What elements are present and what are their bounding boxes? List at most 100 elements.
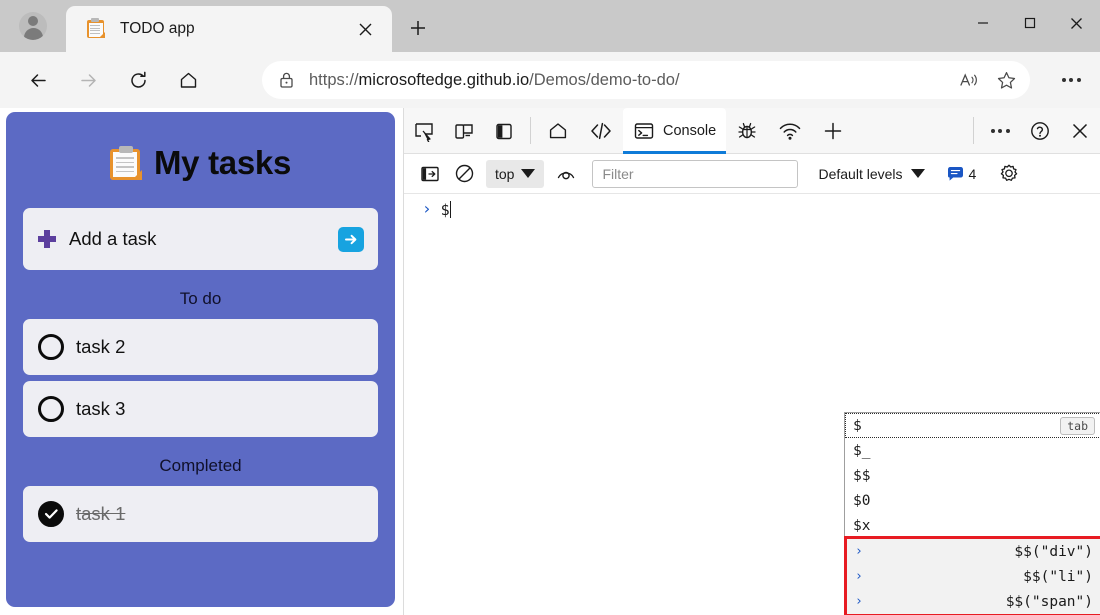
new-tab-button[interactable] bbox=[400, 12, 436, 44]
history-chevron-icon: › bbox=[855, 569, 863, 584]
url-text[interactable]: https://microsoftedge.github.io/Demos/de… bbox=[309, 71, 952, 90]
message-count[interactable]: 4 bbox=[947, 166, 977, 182]
close-icon bbox=[358, 22, 373, 37]
tab-sources[interactable] bbox=[726, 108, 768, 153]
tab-elements[interactable] bbox=[579, 108, 623, 153]
tab-add-panel[interactable] bbox=[812, 108, 854, 153]
todo-app: My tasks Add a task To do bbox=[6, 112, 395, 607]
autocomplete-item[interactable]: $0 bbox=[845, 488, 1100, 513]
list-item[interactable]: task 2 bbox=[23, 319, 378, 375]
message-bubble-icon bbox=[947, 166, 964, 182]
devtools-settings-button[interactable] bbox=[994, 160, 1024, 188]
console-input[interactable]: $ bbox=[441, 201, 452, 219]
autocomplete-popup[interactable]: $ tab $_ $$ $0 $x bbox=[844, 412, 1100, 539]
history-suggestion-item[interactable]: › $$("span") bbox=[847, 589, 1100, 614]
autocomplete-item-label: $0 bbox=[853, 493, 870, 509]
clipboard-icon bbox=[110, 146, 142, 180]
device-emulation-button[interactable] bbox=[444, 108, 484, 153]
browser-window: TODO app bbox=[0, 0, 1100, 615]
devtools-panel: Console bbox=[403, 108, 1100, 615]
arrow-right-icon bbox=[344, 233, 359, 246]
device-emulation-icon bbox=[453, 120, 475, 142]
tab-welcome[interactable] bbox=[537, 108, 579, 153]
bug-debugger-icon bbox=[736, 120, 758, 142]
add-task-submit-button[interactable] bbox=[338, 227, 364, 252]
close-icon bbox=[1070, 121, 1090, 141]
task-label: task 1 bbox=[76, 503, 125, 525]
url-bar[interactable]: https://microsoftedge.github.io/Demos/de… bbox=[262, 61, 1030, 99]
chevron-down-icon bbox=[521, 169, 535, 178]
autocomplete-item-label: $ bbox=[853, 418, 862, 434]
autocomplete-item-selected[interactable]: $ tab bbox=[845, 413, 1100, 438]
tab-console-label: Console bbox=[663, 123, 716, 139]
profile-avatar-icon bbox=[19, 12, 47, 40]
page-title: My tasks bbox=[154, 144, 291, 182]
tab-close-button[interactable] bbox=[350, 14, 380, 44]
tab-hint-badge: tab bbox=[1060, 417, 1095, 435]
close-devtools-button[interactable] bbox=[1060, 108, 1100, 153]
reload-button[interactable] bbox=[120, 62, 156, 98]
console-prompt-line[interactable]: › $ bbox=[404, 194, 1100, 222]
log-levels-selector[interactable]: Default levels bbox=[818, 166, 924, 182]
close-window-button[interactable] bbox=[1053, 0, 1100, 46]
filter-input[interactable] bbox=[592, 160, 798, 188]
plus-icon bbox=[38, 230, 56, 248]
console-input-value: $ bbox=[441, 201, 450, 219]
network-wifi-icon bbox=[778, 120, 802, 142]
home-button[interactable] bbox=[170, 62, 206, 98]
autocomplete-item-label: $_ bbox=[853, 443, 870, 459]
tab-console[interactable]: Console bbox=[623, 108, 726, 153]
minimize-button[interactable] bbox=[959, 0, 1006, 46]
elements-code-icon bbox=[589, 120, 613, 142]
list-item[interactable]: task 3 bbox=[23, 381, 378, 437]
section-heading-todo: To do bbox=[23, 276, 378, 319]
profile-button[interactable] bbox=[10, 7, 56, 45]
console-sidebar-toggle[interactable] bbox=[414, 160, 446, 188]
clear-console-icon bbox=[454, 163, 475, 184]
live-expression-button[interactable] bbox=[550, 160, 582, 188]
autocomplete-item-label: $$ bbox=[853, 468, 870, 484]
task-checkbox-checked[interactable] bbox=[38, 501, 64, 527]
devtools-tabbar-right bbox=[967, 108, 1100, 153]
history-suggestion-item[interactable]: › $$("li") bbox=[847, 564, 1100, 589]
read-aloud-button[interactable] bbox=[952, 62, 988, 98]
add-task-input[interactable]: Add a task bbox=[23, 208, 378, 270]
console-output[interactable]: › $ $ tab $_ $$ $0 bbox=[404, 194, 1100, 615]
clipboard-favicon bbox=[86, 19, 106, 39]
browser-settings-button[interactable] bbox=[1052, 62, 1090, 98]
toolbar-divider bbox=[973, 117, 974, 144]
clear-console-button[interactable] bbox=[448, 160, 480, 188]
content-area: My tasks Add a task To do bbox=[0, 108, 1100, 615]
history-suggestion-label: $$("li") bbox=[1023, 569, 1093, 585]
plus-icon bbox=[409, 19, 427, 37]
todo-header: My tasks bbox=[23, 144, 378, 182]
inspect-element-button[interactable] bbox=[404, 108, 444, 153]
home-icon bbox=[547, 120, 569, 142]
list-item[interactable]: task 1 bbox=[23, 486, 378, 542]
task-checkbox[interactable] bbox=[38, 334, 64, 360]
section-heading-completed: Completed bbox=[23, 443, 378, 486]
favorite-button[interactable] bbox=[988, 62, 1024, 98]
help-button[interactable] bbox=[1020, 108, 1060, 153]
read-aloud-icon bbox=[959, 70, 981, 90]
autocomplete-item[interactable]: $_ bbox=[845, 438, 1100, 463]
toolbar-divider bbox=[530, 117, 531, 144]
history-suggestion-item[interactable]: › $$("div") bbox=[847, 539, 1100, 564]
add-task-placeholder: Add a task bbox=[69, 228, 338, 250]
autocomplete-item[interactable]: $x bbox=[845, 513, 1100, 538]
gear-icon bbox=[998, 163, 1020, 185]
context-selector[interactable]: top bbox=[486, 160, 544, 188]
browser-tab[interactable]: TODO app bbox=[66, 6, 392, 52]
more-tools-button[interactable] bbox=[980, 108, 1020, 153]
title-bar: TODO app bbox=[0, 0, 1100, 52]
checkmark-icon bbox=[44, 508, 59, 520]
autocomplete-item[interactable]: $$ bbox=[845, 463, 1100, 488]
tab-network[interactable] bbox=[768, 108, 812, 153]
maximize-button[interactable] bbox=[1006, 0, 1053, 46]
dock-side-button[interactable] bbox=[484, 108, 524, 153]
inspect-element-icon bbox=[413, 120, 435, 142]
task-checkbox[interactable] bbox=[38, 396, 64, 422]
back-button[interactable] bbox=[20, 62, 56, 98]
lock-icon[interactable] bbox=[278, 71, 295, 89]
history-suggestions-highlight[interactable]: › $$("div") › $$("li") › $$("span") bbox=[844, 536, 1100, 615]
